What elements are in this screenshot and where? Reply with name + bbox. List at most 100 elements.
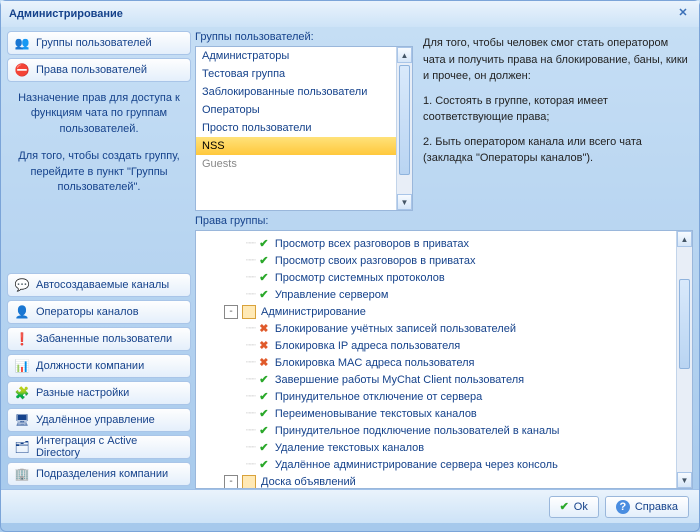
tree-item-label: Удаление текстовых каналов	[275, 442, 424, 454]
tree-item-label: Удалённое администрирование сервера чере…	[275, 459, 558, 471]
help-text-1: Назначение прав для доступа к функциям ч…	[7, 85, 191, 143]
check-icon: ✔	[258, 442, 270, 454]
tree-leaf[interactable]: ┈┈✖Блокировка MAC адреса пользователя	[196, 354, 692, 371]
tree-item-label: Просмотр всех разговоров в приватах	[275, 238, 469, 250]
rights-tree[interactable]: ┈┈✔Просмотр всех разговоров в приватах┈┈…	[195, 230, 693, 489]
sidebar-item[interactable]: ⛔ Права пользователей	[7, 58, 191, 82]
tree-leaf[interactable]: ┈┈✔Управление сервером	[196, 286, 692, 303]
sidebar-item[interactable]: 🖥Удалённое управление	[7, 408, 191, 432]
scroll-up-icon[interactable]: ▲	[397, 47, 412, 63]
scrollbar[interactable]: ▲ ▼	[396, 47, 412, 210]
tree-item-label: Просмотр своих разговоров в приватах	[275, 255, 476, 267]
sidebar-item[interactable]: 💬 Автосоздаваемые каналы	[7, 273, 191, 297]
tree-leaf[interactable]: ┈┈✔Просмотр всех разговоров в приватах	[196, 235, 692, 252]
sidebar-item[interactable]: ❗ Забаненные пользователи	[7, 327, 191, 351]
check-icon: ✔	[560, 500, 569, 513]
tree-leaf[interactable]: ┈┈✔Удаление текстовых каналов	[196, 439, 692, 456]
tree-item-label: Блокирование учётных записей пользовател…	[275, 323, 516, 335]
group-list-item[interactable]: Операторы	[196, 101, 412, 119]
sidebar-icon: 🧩	[14, 385, 30, 401]
sidebar-item-label: Интеграция с Active Directory	[36, 435, 184, 459]
folder-icon	[242, 475, 256, 489]
sidebar-item-label: Должности компании	[36, 360, 144, 372]
help-text-2: Для того, чтобы создать группу, перейдит…	[7, 143, 191, 201]
cross-icon: ✖	[258, 340, 270, 352]
cross-icon: ✖	[258, 323, 270, 335]
ok-button[interactable]: ✔ Ok	[549, 496, 599, 518]
sidebar-icon: 💬	[14, 277, 30, 293]
group-list-item[interactable]: Просто пользователи	[196, 119, 412, 137]
tree-leaf[interactable]: ┈┈✔Просмотр системных протоколов	[196, 269, 692, 286]
check-icon: ✔	[258, 272, 270, 284]
tree-leaf[interactable]: ┈┈✔Принудительное отключение от сервера	[196, 388, 692, 405]
sidebar-icon: 📊	[14, 358, 30, 374]
groups-label: Группы пользователей:	[195, 31, 413, 43]
rights-label: Права группы:	[195, 215, 693, 227]
scroll-up-icon[interactable]: ▲	[677, 231, 692, 247]
groups-listbox[interactable]: АдминистраторыТестовая группаЗаблокирова…	[195, 46, 413, 211]
scroll-down-icon[interactable]: ▼	[677, 472, 692, 488]
sidebar-icon: 👥	[14, 35, 30, 51]
check-icon: ✔	[258, 238, 270, 250]
sidebar-icon: 👤	[14, 304, 30, 320]
sidebar-icon: ⛔	[14, 62, 30, 78]
tree-node[interactable]: - Администрирование	[196, 303, 692, 320]
tree-toggle-icon[interactable]: -	[224, 475, 238, 489]
cross-icon: ✖	[258, 357, 270, 369]
tree-leaf[interactable]: ┈┈✖Блокирование учётных записей пользова…	[196, 320, 692, 337]
group-list-item[interactable]: Guests	[196, 155, 412, 173]
sidebar-icon: ❗	[14, 331, 30, 347]
sidebar-item[interactable]: 👤 Операторы каналов	[7, 300, 191, 324]
check-icon: ✔	[258, 289, 270, 301]
sidebar-item-label: Разные настройки	[36, 387, 129, 399]
tree-item-label: Принудительное подключение пользователей…	[275, 425, 560, 437]
sidebar-item[interactable]: 🏢 Подразделения компании	[7, 462, 191, 486]
group-list-item[interactable]: NSS	[196, 137, 412, 155]
sidebar-item-label: Подразделения компании	[36, 468, 168, 480]
scrollbar[interactable]: ▲ ▼	[676, 231, 692, 488]
scroll-thumb[interactable]	[679, 279, 690, 369]
tree-item-label: Администрирование	[261, 306, 366, 318]
sidebar-item-label: Операторы каналов	[36, 306, 139, 318]
tree-leaf[interactable]: ┈┈✔Просмотр своих разговоров в приватах	[196, 252, 692, 269]
check-icon: ✔	[258, 459, 270, 471]
sidebar-item[interactable]: 🧩 Разные настройки	[7, 381, 191, 405]
tree-leaf[interactable]: ┈┈✔Удалённое администрирование сервера ч…	[196, 456, 692, 473]
folder-icon	[242, 305, 256, 319]
tree-toggle-icon[interactable]: -	[224, 305, 238, 319]
check-icon: ✔	[258, 391, 270, 403]
sidebar-item-label: Автосоздаваемые каналы	[36, 279, 169, 291]
sidebar: 👥 Группы пользователей ⛔ Права пользователе…	[7, 31, 191, 489]
tree-leaf[interactable]: ┈┈✔Завершение работы MyChat Client польз…	[196, 371, 692, 388]
help-button[interactable]: ? Справка	[605, 496, 689, 518]
sidebar-icon: 🗂	[14, 439, 30, 455]
sidebar-item[interactable]: 👥 Группы пользователей	[7, 31, 191, 55]
scroll-thumb[interactable]	[399, 65, 410, 175]
tree-item-label: Блокировка MAC адреса пользователя	[275, 357, 475, 369]
tree-leaf[interactable]: ┈┈✖Блокировка IP адреса пользователя	[196, 337, 692, 354]
tree-item-label: Управление сервером	[275, 289, 389, 301]
info-panel: Для того, чтобы человек смог стать опера…	[421, 31, 693, 211]
sidebar-icon: 🏢	[14, 466, 30, 482]
sidebar-item[interactable]: 🗂 Интеграция с Active Directory	[7, 435, 191, 459]
tree-item-label: Принудительное отключение от сервера	[275, 391, 482, 403]
tree-leaf[interactable]: ┈┈✔Переименовывание текстовых каналов	[196, 405, 692, 422]
check-icon: ✔	[258, 425, 270, 437]
tree-node[interactable]: - Доска объявлений	[196, 473, 692, 489]
tree-leaf[interactable]: ┈┈✔Принудительное подключение пользовате…	[196, 422, 692, 439]
scroll-down-icon[interactable]: ▼	[397, 194, 412, 210]
close-icon[interactable]: ✕	[675, 6, 691, 22]
sidebar-item-label: Удалённое управление	[36, 414, 155, 426]
check-icon: ✔	[258, 374, 270, 386]
tree-item-label: Доска объявлений	[261, 476, 356, 488]
check-icon: ✔	[258, 255, 270, 267]
tree-item-label: Блокировка IP адреса пользователя	[275, 340, 460, 352]
group-list-item[interactable]: Тестовая группа	[196, 65, 412, 83]
window-title: Администрирование	[9, 8, 123, 20]
sidebar-item-label: Права пользователей	[36, 64, 147, 76]
sidebar-item-label: Забаненные пользователи	[36, 333, 172, 345]
group-list-item[interactable]: Заблокированные пользователи	[196, 83, 412, 101]
sidebar-item-label: Группы пользователей	[36, 37, 152, 49]
sidebar-item[interactable]: 📊 Должности компании	[7, 354, 191, 378]
group-list-item[interactable]: Администраторы	[196, 47, 412, 65]
